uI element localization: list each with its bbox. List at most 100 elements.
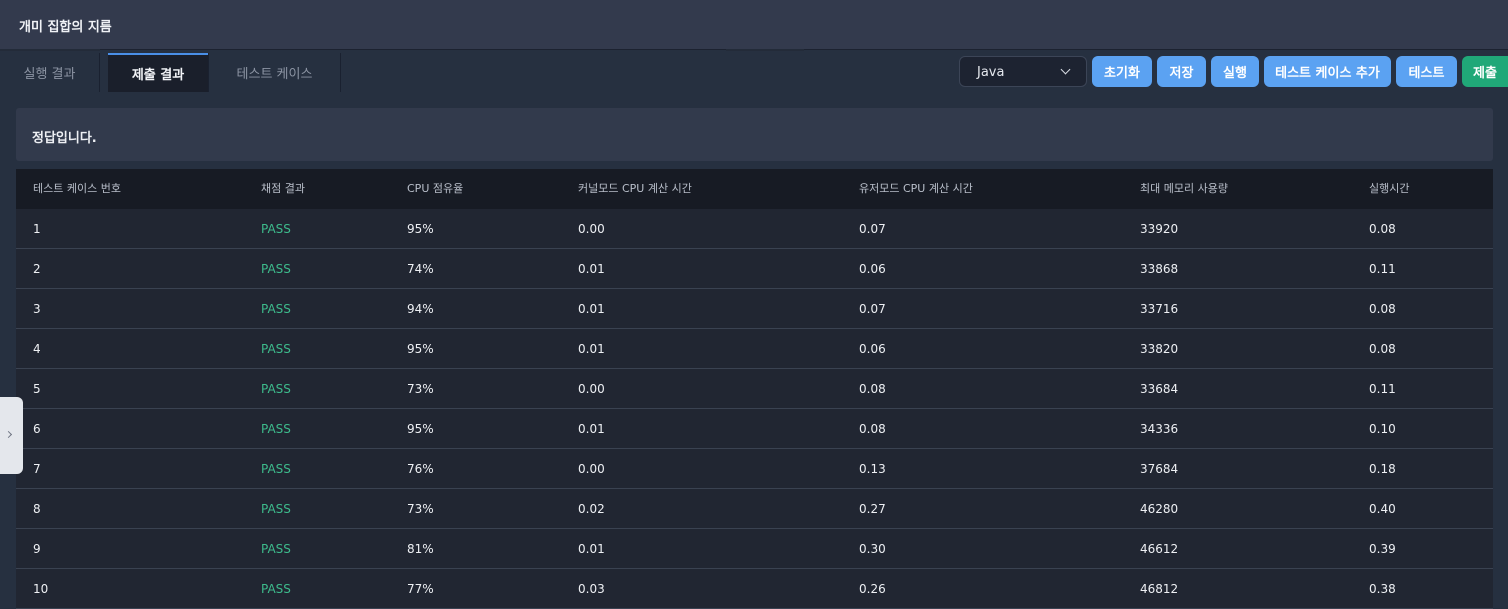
language-select-value: Java [977, 65, 1005, 80]
table-row: 5 PASS 73% 0.00 0.08 33684 0.11 [16, 369, 1493, 409]
cell-cpu-usage: 73% [407, 502, 434, 516]
cell-user-cpu-time: 0.08 [859, 422, 886, 436]
cell-max-memory: 33820 [1140, 342, 1179, 356]
cell-grading-result: PASS [261, 222, 291, 236]
cell-cpu-usage: 76% [407, 462, 434, 476]
cell-max-memory: 46612 [1140, 542, 1179, 556]
cell-grading-result: PASS [261, 382, 291, 396]
cell-execution-time: 0.10 [1369, 422, 1396, 436]
table-body: 1 PASS 95% 0.00 0.07 33920 0.08 2 PASS 74% 0.01 0.0… [16, 209, 1493, 609]
cell-user-cpu-time: 0.26 [859, 582, 886, 596]
cell-kernel-cpu-time: 0.03 [578, 582, 605, 596]
cell-test-case-number: 7 [33, 462, 41, 476]
header-user-cpu-time: 유저모드 CPU 계산 시간 [859, 182, 973, 195]
cell-user-cpu-time: 0.13 [859, 462, 886, 476]
cell-max-memory: 33868 [1140, 262, 1179, 276]
save-button[interactable]: 저장 [1157, 56, 1206, 87]
title-bar: 개미 집합의 지름 [0, 0, 1508, 51]
cell-execution-time: 0.11 [1369, 262, 1396, 276]
cell-kernel-cpu-time: 0.00 [578, 222, 605, 236]
cell-kernel-cpu-time: 0.01 [578, 262, 605, 276]
cell-grading-result: PASS [261, 262, 291, 276]
header-test-case-number: 테스트 케이스 번호 [33, 182, 121, 195]
submit-button[interactable]: 제출 [1462, 56, 1508, 87]
cell-execution-time: 0.38 [1369, 582, 1396, 596]
cell-kernel-cpu-time: 0.01 [578, 342, 605, 356]
cell-execution-time: 0.11 [1369, 382, 1396, 396]
table-row: 8 PASS 73% 0.02 0.27 46280 0.40 [16, 489, 1493, 529]
cell-test-case-number: 10 [33, 582, 49, 596]
add-test-case-button[interactable]: 테스트 케이스 추가 [1264, 56, 1391, 87]
cell-max-memory: 46812 [1140, 582, 1179, 596]
cell-cpu-usage: 77% [407, 582, 434, 596]
cell-user-cpu-time: 0.30 [859, 542, 886, 556]
header-grading-result: 채점 결과 [261, 182, 305, 195]
cell-cpu-usage: 95% [407, 342, 434, 356]
table-row: 9 PASS 81% 0.01 0.30 46612 0.39 [16, 529, 1493, 569]
cell-cpu-usage: 73% [407, 382, 434, 396]
cell-cpu-usage: 74% [407, 262, 434, 276]
cell-test-case-number: 4 [33, 342, 41, 356]
cell-execution-time: 0.40 [1369, 502, 1396, 516]
result-table: 테스트 케이스 번호 채점 결과 CPU 점유율 커널모드 CPU 계산 시간 … [16, 169, 1493, 609]
test-button[interactable]: 테스트 [1396, 56, 1457, 87]
tab-bar: 실행 결과 제출 결과 테스트 케이스 Java 초기화 저장 실행 테스트 케… [0, 51, 1508, 92]
cell-user-cpu-time: 0.06 [859, 262, 886, 276]
table-row: 7 PASS 76% 0.00 0.13 37684 0.18 [16, 449, 1493, 489]
result-message: 정답입니다. [32, 131, 97, 146]
cell-max-memory: 33716 [1140, 302, 1179, 316]
chevron-right-icon [4, 430, 13, 439]
reset-button[interactable]: 초기화 [1092, 56, 1152, 87]
cell-grading-result: PASS [261, 342, 291, 356]
cell-kernel-cpu-time: 0.00 [578, 382, 605, 396]
cell-kernel-cpu-time: 0.01 [578, 302, 605, 316]
table-row: 4 PASS 95% 0.01 0.06 33820 0.08 [16, 329, 1493, 369]
cell-grading-result: PASS [261, 502, 291, 516]
cell-execution-time: 0.39 [1369, 542, 1396, 556]
tab-test-cases[interactable]: 테스트 케이스 [208, 53, 341, 92]
language-select[interactable]: Java [959, 56, 1087, 87]
chevron-down-icon [1060, 64, 1071, 75]
cell-kernel-cpu-time: 0.00 [578, 462, 605, 476]
cell-cpu-usage: 81% [407, 542, 434, 556]
cell-test-case-number: 5 [33, 382, 41, 396]
cell-grading-result: PASS [261, 422, 291, 436]
cell-execution-time: 0.08 [1369, 222, 1396, 236]
header-max-memory: 최대 메모리 사용량 [1140, 182, 1228, 195]
cell-user-cpu-time: 0.06 [859, 342, 886, 356]
cell-test-case-number: 3 [33, 302, 41, 316]
cell-grading-result: PASS [261, 582, 291, 596]
cell-max-memory: 33920 [1140, 222, 1179, 236]
cell-grading-result: PASS [261, 542, 291, 556]
cell-kernel-cpu-time: 0.01 [578, 422, 605, 436]
cell-test-case-number: 6 [33, 422, 41, 436]
table-row: 2 PASS 74% 0.01 0.06 33868 0.11 [16, 249, 1493, 289]
cell-kernel-cpu-time: 0.02 [578, 502, 605, 516]
cell-execution-time: 0.08 [1369, 302, 1396, 316]
cell-cpu-usage: 94% [407, 302, 434, 316]
cell-test-case-number: 9 [33, 542, 41, 556]
cell-max-memory: 46280 [1140, 502, 1179, 516]
header-kernel-cpu-time: 커널모드 CPU 계산 시간 [578, 182, 692, 195]
cell-max-memory: 34336 [1140, 422, 1179, 436]
tab-run-result[interactable]: 실행 결과 [0, 53, 100, 92]
cell-grading-result: PASS [261, 462, 291, 476]
cell-execution-time: 0.08 [1369, 342, 1396, 356]
table-row: 1 PASS 95% 0.00 0.07 33920 0.08 [16, 209, 1493, 249]
submit-result-panel: 정답입니다. 테스트 케이스 번호 채점 결과 CPU 점유율 커널모드 CPU… [0, 92, 1508, 609]
cell-user-cpu-time: 0.07 [859, 222, 886, 236]
result-banner: 정답입니다. [16, 108, 1493, 161]
tab-submit-result[interactable]: 제출 결과 [108, 53, 208, 92]
run-button[interactable]: 실행 [1211, 56, 1259, 87]
cell-cpu-usage: 95% [407, 222, 434, 236]
cell-user-cpu-time: 0.08 [859, 382, 886, 396]
cell-user-cpu-time: 0.27 [859, 502, 886, 516]
cell-test-case-number: 2 [33, 262, 41, 276]
table-row: 10 PASS 77% 0.03 0.26 46812 0.38 [16, 569, 1493, 609]
cell-cpu-usage: 95% [407, 422, 434, 436]
header-execution-time: 실행시간 [1369, 182, 1410, 195]
cell-test-case-number: 8 [33, 502, 41, 516]
table-row: 6 PASS 95% 0.01 0.08 34336 0.10 [16, 409, 1493, 449]
sidebar-toggle-handle[interactable] [0, 397, 23, 474]
cell-max-memory: 33684 [1140, 382, 1179, 396]
